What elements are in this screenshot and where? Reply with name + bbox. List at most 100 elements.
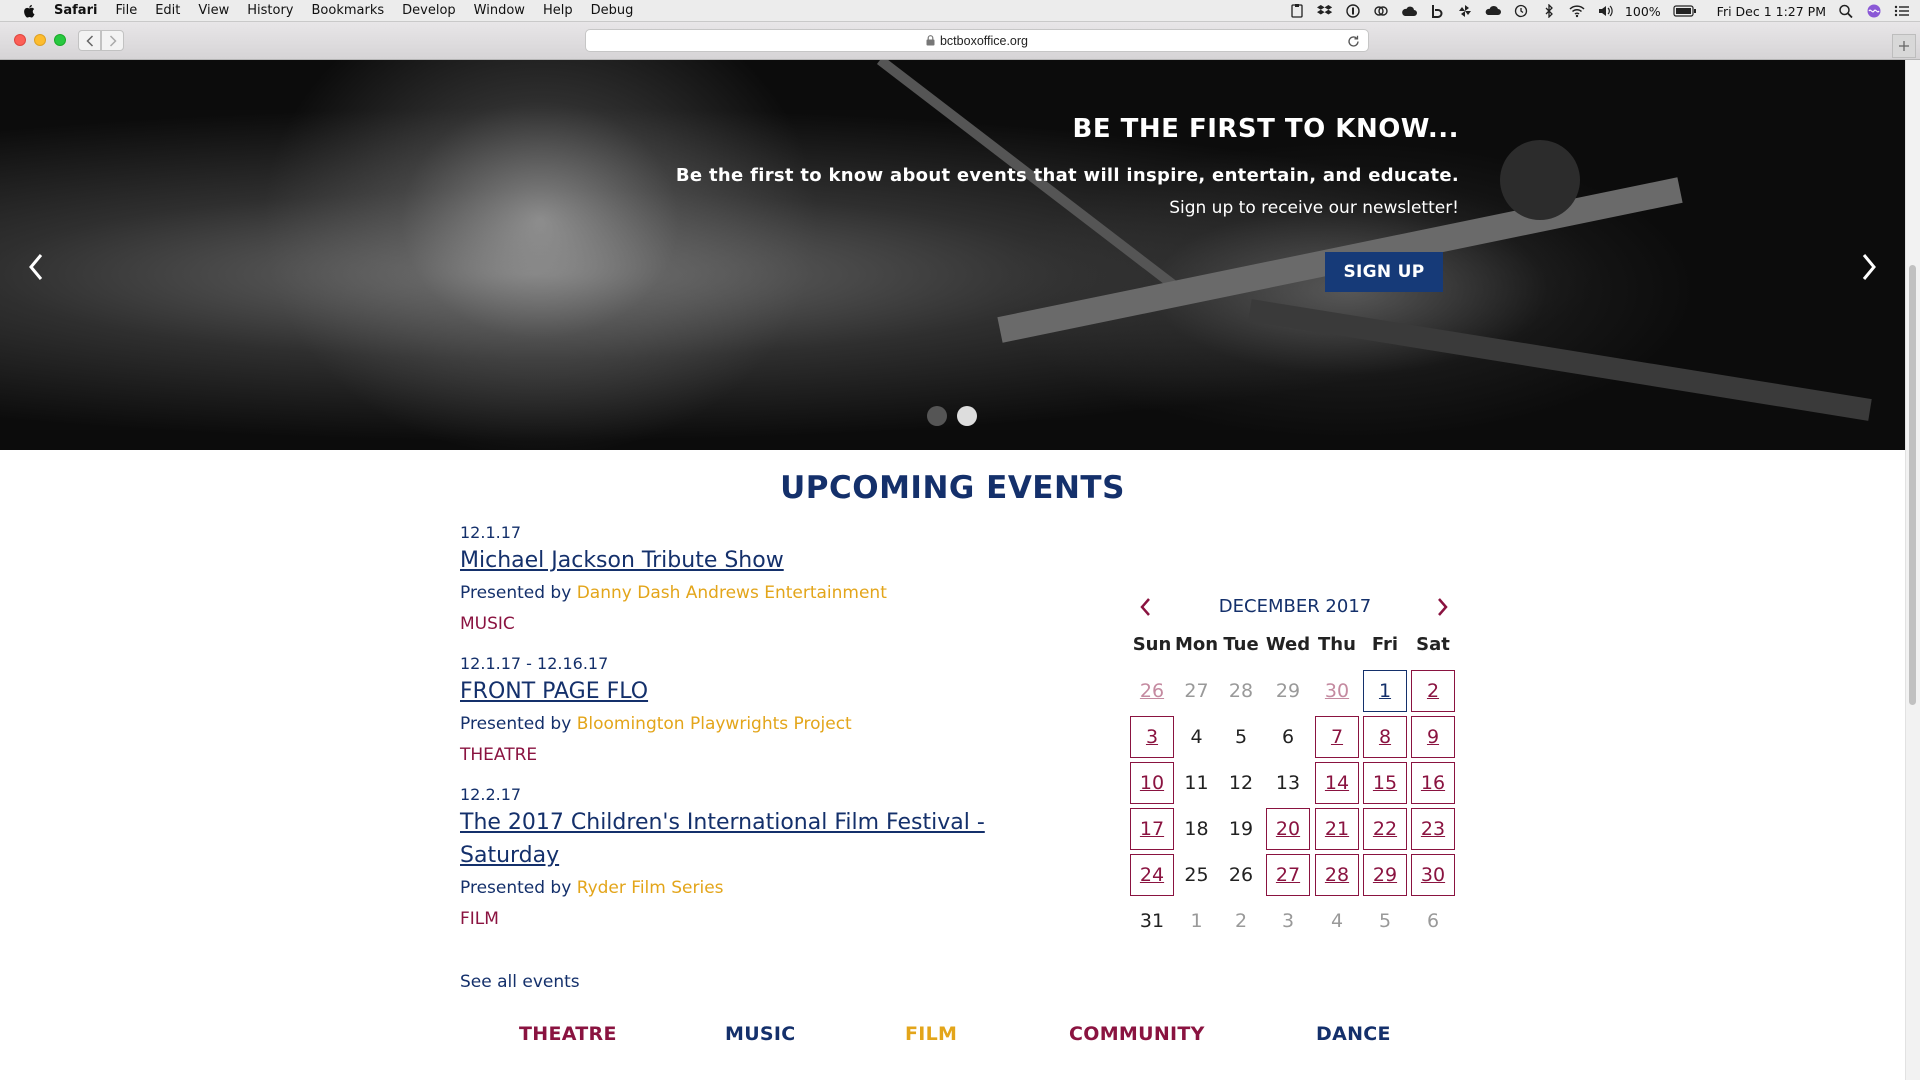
- calendar-day[interactable]: 10: [1130, 760, 1174, 806]
- creative-cloud-icon[interactable]: [1373, 4, 1389, 18]
- calendar-day-number[interactable]: 30: [1315, 670, 1359, 712]
- calendar-day-number[interactable]: 27: [1266, 854, 1310, 896]
- menu-debug[interactable]: Debug: [591, 3, 634, 18]
- time-machine-icon[interactable]: [1513, 4, 1529, 18]
- event-category[interactable]: THEATRE: [460, 740, 1040, 770]
- calendar-day[interactable]: 29: [1361, 852, 1409, 898]
- menu-view[interactable]: View: [198, 3, 229, 18]
- forward-button[interactable]: [101, 30, 124, 51]
- cloud-icon[interactable]: [1401, 4, 1417, 18]
- calendar-day[interactable]: 30: [1409, 852, 1457, 898]
- wifi-icon[interactable]: [1569, 4, 1585, 18]
- calendar-day-number[interactable]: 23: [1411, 808, 1455, 850]
- calendar-day-number[interactable]: 14: [1315, 762, 1359, 804]
- calendar-day[interactable]: 9: [1409, 714, 1457, 760]
- calendar-day[interactable]: 27: [1263, 852, 1313, 898]
- event-title-link[interactable]: Michael Jackson Tribute Show: [460, 544, 1040, 577]
- calendar-day[interactable]: 3: [1130, 714, 1174, 760]
- sign-up-button[interactable]: SIGN UP: [1325, 252, 1443, 292]
- calendar-day-number[interactable]: 1: [1363, 670, 1407, 712]
- apple-icon[interactable]: [20, 4, 40, 18]
- category-link-community[interactable]: COMMUNITY: [1069, 1023, 1205, 1045]
- menu-bookmarks[interactable]: Bookmarks: [312, 3, 385, 18]
- calendar-day-number[interactable]: 24: [1130, 854, 1174, 896]
- bluetooth-icon[interactable]: [1541, 4, 1557, 18]
- menu-app-name[interactable]: Safari: [54, 3, 97, 18]
- menu-develop[interactable]: Develop: [402, 3, 456, 18]
- presenter-link[interactable]: Danny Dash Andrews Entertainment: [577, 583, 887, 603]
- calendar-day[interactable]: 8: [1361, 714, 1409, 760]
- calendar-next-month-icon[interactable]: [1434, 596, 1450, 618]
- volume-icon[interactable]: [1597, 4, 1613, 18]
- bartender-icon[interactable]: [1429, 4, 1445, 18]
- calendar-day-number[interactable]: 10: [1130, 762, 1174, 804]
- calendar-day-number[interactable]: 21: [1315, 808, 1359, 850]
- carousel-next-arrow[interactable]: [1859, 252, 1879, 282]
- category-link-music[interactable]: MUSIC: [725, 1023, 796, 1045]
- calendar-day-number[interactable]: 30: [1411, 854, 1455, 896]
- calendar-day[interactable]: 20: [1263, 806, 1313, 852]
- scrollbar-thumb[interactable]: [1909, 265, 1916, 705]
- calendar-day-number[interactable]: 3: [1130, 716, 1174, 758]
- menu-edit[interactable]: Edit: [155, 3, 180, 18]
- calendar-day[interactable]: 7: [1313, 714, 1361, 760]
- back-button[interactable]: [78, 30, 101, 51]
- calendar-day-number[interactable]: 9: [1411, 716, 1455, 758]
- menu-clock[interactable]: Fri Dec 1 1:27 PM: [1717, 4, 1826, 19]
- category-link-dance[interactable]: DANCE: [1316, 1023, 1391, 1045]
- siri-icon[interactable]: [1866, 4, 1882, 18]
- calendar-day-number[interactable]: 17: [1130, 808, 1174, 850]
- menu-help[interactable]: Help: [543, 3, 573, 18]
- calendar-day-number[interactable]: 22: [1363, 808, 1407, 850]
- battery-icon[interactable]: [1673, 4, 1697, 18]
- clipboard-icon[interactable]: [1289, 4, 1305, 18]
- event-category[interactable]: FILM: [460, 904, 1040, 934]
- see-all-events-link[interactable]: See all events: [460, 972, 580, 992]
- notification-center-icon[interactable]: [1894, 4, 1910, 18]
- calendar-day-number[interactable]: 8: [1363, 716, 1407, 758]
- event-category[interactable]: MUSIC: [460, 609, 1040, 639]
- carousel-prev-arrow[interactable]: [26, 252, 46, 282]
- category-link-theatre[interactable]: THEATRE: [519, 1023, 617, 1045]
- calendar-day-number[interactable]: 15: [1363, 762, 1407, 804]
- minimize-window-button[interactable]: [34, 34, 46, 46]
- calendar-day[interactable]: 22: [1361, 806, 1409, 852]
- calendar-day-number[interactable]: 16: [1411, 762, 1455, 804]
- pinwheel-icon[interactable]: [1457, 4, 1473, 18]
- close-window-button[interactable]: [14, 34, 26, 46]
- event-title-link[interactable]: The 2017 Children's International Film F…: [460, 806, 1040, 872]
- address-bar[interactable]: bctboxoffice.org: [585, 29, 1369, 52]
- menu-history[interactable]: History: [247, 3, 293, 18]
- onepassword-icon[interactable]: [1345, 4, 1361, 18]
- fullscreen-window-button[interactable]: [54, 34, 66, 46]
- calendar-day[interactable]: 1: [1361, 668, 1409, 714]
- menu-window[interactable]: Window: [474, 3, 525, 18]
- calendar-day-number[interactable]: 2: [1411, 670, 1455, 712]
- reload-icon[interactable]: [1347, 35, 1360, 48]
- calendar-day-number[interactable]: 29: [1363, 854, 1407, 896]
- calendar-day-number[interactable]: 7: [1315, 716, 1359, 758]
- spotlight-search-icon[interactable]: [1838, 4, 1854, 18]
- presenter-link[interactable]: Bloomington Playwrights Project: [577, 714, 852, 734]
- calendar-day-number[interactable]: 28: [1315, 854, 1359, 896]
- calendar-day[interactable]: 28: [1313, 852, 1361, 898]
- calendar-day[interactable]: 17: [1130, 806, 1174, 852]
- calendar-day[interactable]: 30: [1313, 668, 1361, 714]
- calendar-day[interactable]: 26: [1130, 668, 1174, 714]
- calendar-day[interactable]: 15: [1361, 760, 1409, 806]
- carousel-dot-2[interactable]: [957, 406, 977, 426]
- carousel-dot-1[interactable]: [927, 406, 947, 426]
- calendar-day[interactable]: 24: [1130, 852, 1174, 898]
- calendar-day[interactable]: 21: [1313, 806, 1361, 852]
- category-link-film[interactable]: FILM: [905, 1023, 957, 1045]
- presenter-link[interactable]: Ryder Film Series: [577, 878, 724, 898]
- calendar-day[interactable]: 14: [1313, 760, 1361, 806]
- cloud-app-icon[interactable]: [1485, 4, 1501, 18]
- calendar-day[interactable]: 16: [1409, 760, 1457, 806]
- calendar-day[interactable]: 23: [1409, 806, 1457, 852]
- calendar-day[interactable]: 2: [1409, 668, 1457, 714]
- calendar-day-number[interactable]: 26: [1130, 670, 1174, 712]
- dropbox-icon[interactable]: [1316, 4, 1333, 18]
- event-title-link[interactable]: FRONT PAGE FLO: [460, 675, 1040, 708]
- menu-file[interactable]: File: [115, 3, 137, 18]
